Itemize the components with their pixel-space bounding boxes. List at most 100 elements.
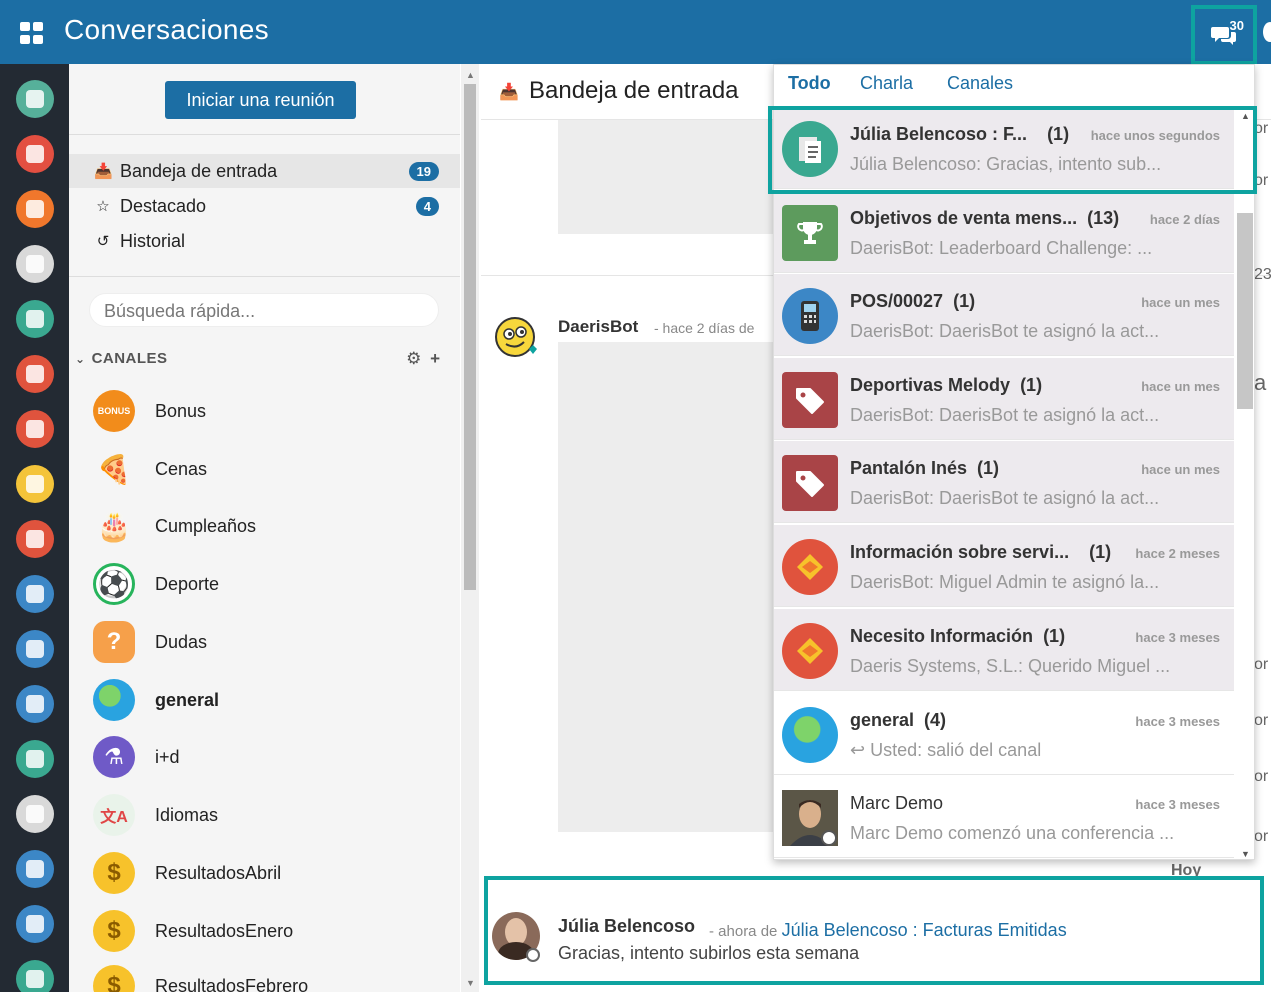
channel-label: Dudas [155, 631, 208, 652]
conversation-title: general (4) [850, 710, 947, 730]
sales-app-icon[interactable] [16, 520, 54, 558]
message-meta: - ahora de Júlia Belencoso : Facturas Em… [709, 920, 1067, 941]
conversation-item[interactable]: Pantalón Inés (1) hace un mes DaerisBot:… [774, 441, 1234, 523]
handshake-icon [782, 623, 838, 679]
conversation-time: hace 2 días [1149, 212, 1220, 227]
shop-app-icon[interactable] [16, 795, 54, 833]
channel-item-cenas[interactable]: 🍕 Cenas [93, 445, 453, 493]
handshake-icon [782, 539, 838, 595]
notes-app-icon[interactable] [16, 190, 54, 228]
conversation-item[interactable]: Necesito Información (1) hace 3 meses Da… [774, 609, 1234, 691]
edge-text: or [1254, 712, 1269, 729]
star-icon: ☆ [96, 198, 110, 215]
message-author[interactable]: Júlia Belencoso [558, 916, 695, 937]
channel-item-deporte[interactable]: ⚽ Deporte [93, 560, 453, 608]
message-meta: - hace 2 días de [654, 320, 755, 336]
add-channel-icon[interactable]: + [430, 349, 440, 368]
marketing-app-icon[interactable] [16, 960, 54, 992]
conversation-preview: DaerisBot: Leaderboard Challenge: ... [850, 238, 1153, 258]
sidebar-scrollbar[interactable]: ▲ ▼ [461, 64, 479, 992]
discuss-app-icon[interactable] [16, 80, 54, 118]
employees-app-icon[interactable] [16, 300, 54, 338]
conversation-time: hace 3 meses [1135, 797, 1220, 812]
message-thread-link[interactable]: Júlia Belencoso : Facturas Emitidas [782, 920, 1067, 940]
sidebar-item-history[interactable]: ↺ Historial [69, 224, 460, 258]
soccer-ball-icon: ⚽ [93, 563, 135, 605]
conversation-item[interactable]: Información sobre servi... (1) hace 2 me… [774, 525, 1234, 607]
conversation-title: POS/00027 (1) [850, 291, 976, 311]
channel-item-bonus[interactable]: BONUS Bonus [93, 387, 453, 435]
accounting-app-icon[interactable] [16, 630, 54, 668]
pos-app-icon[interactable] [16, 575, 54, 613]
events-app-icon[interactable] [16, 905, 54, 943]
cake-icon: 🎂 [96, 510, 132, 542]
channel-item-general[interactable]: general [93, 676, 453, 724]
conversation-preview: DaerisBot: DaerisBot te asignó la act... [850, 405, 1160, 425]
edge-text: or [1254, 656, 1269, 673]
conversation-time: hace 2 meses [1135, 546, 1220, 561]
latest-message[interactable]: Júlia Belencoso - ahora de Júlia Belenco… [484, 876, 1264, 985]
divider [69, 276, 460, 277]
conversation-item[interactable]: Deportivas Melody (1) hace un mes Daeris… [774, 358, 1234, 440]
channels-header[interactable]: ⌄ CANALES [75, 350, 168, 367]
channel-item-id[interactable]: ⚗ i+d [93, 733, 453, 781]
channel-item-idiomas[interactable]: 文A Idiomas [93, 791, 453, 839]
channels-tools: ⚙ + [406, 349, 440, 369]
conversation-item[interactable]: Objetivos de venta mens... (13) hace 2 d… [774, 191, 1234, 273]
status-dot-icon [526, 948, 540, 962]
dropdown-scrollbar[interactable]: ▲ ▼ [1236, 107, 1254, 859]
pizza-icon: 🍕 [96, 453, 132, 485]
channel-item-resultadosfebrero[interactable]: $ ResultadosFebrero [93, 962, 453, 992]
team-app-icon[interactable] [16, 245, 54, 283]
flask-icon: ⚗ [93, 736, 135, 778]
messaging-menu-button[interactable]: 30 [1191, 5, 1257, 65]
scrollbar-thumb[interactable] [464, 84, 476, 590]
channel-item-resultadosabril[interactable]: $ ResultadosAbril [93, 849, 453, 897]
app-menu-icon[interactable] [20, 22, 44, 44]
inbox-icon: 📥 [94, 163, 113, 180]
conversation-time: hace un mes [1141, 295, 1220, 310]
channel-label: Deporte [155, 573, 220, 594]
quick-search-input[interactable]: Búsqueda rápida... [89, 293, 439, 327]
tab-channels[interactable]: Canales [947, 73, 1013, 94]
start-meeting-button[interactable]: Iniciar una reunión [165, 81, 356, 119]
calendar-app-icon[interactable] [16, 135, 54, 173]
website-app-icon[interactable] [16, 465, 54, 503]
dropdown-tabs: Todo Charla Canales [774, 65, 1254, 107]
conversation-item[interactable]: Marc Demo hace 3 meses Marc Demo comenzó… [774, 776, 1234, 858]
tab-chat[interactable]: Charla [860, 73, 913, 94]
reports-app-icon[interactable] [16, 410, 54, 448]
conversation-item[interactable]: general (4) hace 3 meses ↩ Usted: salió … [774, 693, 1234, 775]
conversation-preview: DaerisBot: Miguel Admin te asignó la... [850, 572, 1160, 592]
highlight-frame [768, 106, 1257, 194]
channel-item-cumpleanos[interactable]: 🎂 Cumpleaños [93, 502, 453, 550]
crm-app-icon[interactable] [16, 355, 54, 393]
sidebar-item-label: Historial [120, 230, 186, 251]
top-navbar: Conversaciones 30 [0, 0, 1271, 65]
sidebar-item-inbox[interactable]: 📥 Bandeja de entrada 19 [69, 154, 460, 188]
conversation-item[interactable]: POS/00027 (1) hace un mes DaerisBot: Dae… [774, 274, 1234, 356]
channel-label: ResultadosEnero [155, 920, 294, 941]
invoicing-app-icon[interactable] [16, 850, 54, 888]
tab-all[interactable]: Todo [788, 73, 831, 94]
globe-icon [93, 679, 135, 721]
scroll-down-arrow-icon[interactable]: ▼ [466, 978, 475, 988]
conversation-title: Deportivas Melody (1) [850, 375, 1043, 395]
conversation-time: hace 3 meses [1135, 630, 1220, 645]
trophy-icon [782, 205, 838, 261]
planning-app-icon[interactable] [16, 685, 54, 723]
gear-icon[interactable]: ⚙ [406, 349, 421, 368]
scrollbar-thumb[interactable] [1237, 213, 1253, 409]
dollar-icon: $ [93, 852, 135, 894]
edge-text: a [1254, 370, 1267, 395]
channel-item-dudas[interactable]: ? Dudas [93, 618, 453, 666]
scroll-up-arrow-icon[interactable]: ▲ [466, 70, 475, 80]
edge-text: 23 [1254, 266, 1271, 283]
message-count-badge: 30 [1229, 18, 1244, 33]
sidebar-item-starred[interactable]: ☆ Destacado 4 [69, 189, 460, 223]
scroll-down-arrow-icon[interactable]: ▼ [1241, 849, 1250, 859]
timer-app-icon[interactable] [16, 740, 54, 778]
message-author[interactable]: DaerisBot [558, 317, 638, 337]
channel-item-resultadosenero[interactable]: $ ResultadosEnero [93, 907, 453, 955]
user-avatar-edge[interactable] [1263, 22, 1271, 42]
